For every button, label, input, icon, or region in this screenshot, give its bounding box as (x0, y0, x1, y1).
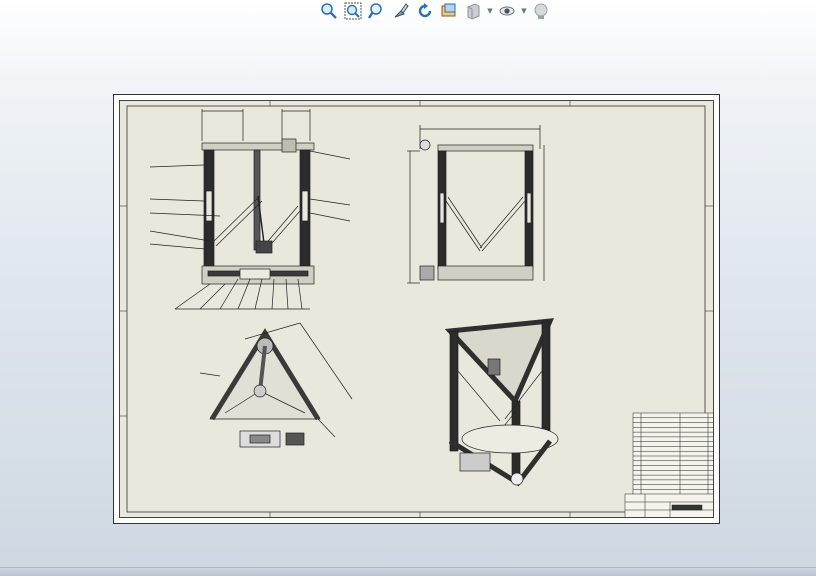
hide-show-items-button[interactable] (496, 1, 518, 21)
drawing-sheet[interactable] (113, 94, 720, 524)
select-icon (394, 3, 409, 18)
rotate-view-button[interactable] (414, 1, 436, 21)
appearance-icon (534, 3, 548, 19)
zoom-to-fit-button[interactable] (318, 1, 340, 21)
display-style-button[interactable] (462, 1, 484, 21)
hide-show-dropdown[interactable]: ▼ (520, 1, 528, 21)
zoom-to-area-button[interactable] (342, 1, 364, 21)
zoom-to-fit-icon (321, 3, 337, 19)
display-style-dropdown[interactable]: ▼ (486, 1, 494, 21)
title-block (624, 493, 713, 517)
chevron-down-icon: ▼ (521, 6, 527, 15)
chevron-down-icon: ▼ (487, 6, 493, 15)
zoom-to-area-icon (344, 2, 362, 20)
bom-table (632, 412, 713, 500)
drawing-canvas (120, 101, 713, 517)
hide-show-items-icon (499, 6, 515, 16)
display-style-icon (467, 3, 480, 20)
status-strip (0, 567, 816, 576)
pan-icon (441, 3, 456, 17)
front-view (149, 109, 351, 310)
rotate-view-icon (418, 3, 432, 18)
pan-button[interactable] (438, 1, 460, 21)
top-view (199, 322, 353, 448)
isometric-view (444, 318, 559, 487)
right-view (407, 125, 545, 284)
select-button[interactable] (390, 1, 412, 21)
zoom-in-out-icon (368, 3, 382, 19)
drawing-area[interactable] (119, 100, 714, 518)
view-toolbar: ▼ ▼ (318, 0, 588, 22)
appearance-button[interactable] (530, 1, 552, 21)
zoom-in-out-button[interactable] (366, 1, 388, 21)
